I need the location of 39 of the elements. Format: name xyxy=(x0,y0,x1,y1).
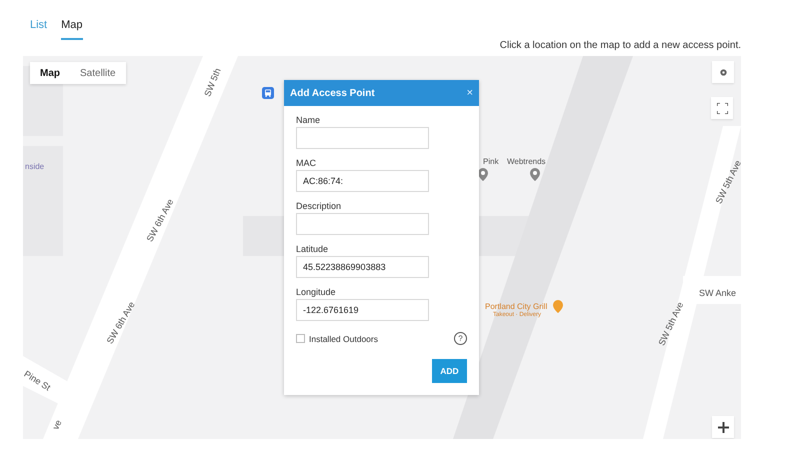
help-icon[interactable]: ? xyxy=(454,332,467,345)
dialog-title: Add Access Point xyxy=(290,88,375,98)
tab[interactable]: Map xyxy=(61,19,83,40)
field-label: Description xyxy=(296,201,342,211)
input-field[interactable] xyxy=(296,213,429,235)
fullscreen-button[interactable] xyxy=(711,97,733,119)
field-label: MAC xyxy=(296,158,317,168)
zoom-in-button[interactable] xyxy=(712,416,734,438)
map-label: SW Anke xyxy=(699,288,736,298)
checkbox[interactable] xyxy=(296,334,305,343)
fullscreen-icon xyxy=(716,102,728,114)
input-field[interactable]: 45.52238869903883 xyxy=(296,256,429,278)
map-label: SW 5th Ave xyxy=(714,158,741,206)
gear-icon xyxy=(718,68,728,76)
input-field[interactable]: AC:86:74: xyxy=(296,170,429,192)
input-field[interactable] xyxy=(296,127,429,149)
settings-button[interactable] xyxy=(712,61,734,83)
map-label: SW 6th Ave xyxy=(104,300,137,346)
map-label: Webtrends xyxy=(507,157,546,166)
field-label: Latitude xyxy=(296,244,330,254)
map-label: Portland City Grill xyxy=(485,302,548,311)
map-label: nside xyxy=(25,162,44,171)
map-type-button[interactable]: Satellite xyxy=(70,62,126,84)
map-label: Pink xyxy=(483,157,499,166)
map-label: SW 6th Ave xyxy=(144,197,176,244)
map-label: SW 5th xyxy=(202,66,223,98)
checkbox-label: Installed Outdoors xyxy=(309,334,378,344)
bus-stop-icon xyxy=(262,87,274,99)
map-label: ve xyxy=(50,418,64,432)
field-label: Longitude xyxy=(296,287,337,297)
plus-icon xyxy=(718,422,728,432)
map-pin-icon xyxy=(530,168,540,181)
map-type-button[interactable]: Map xyxy=(30,62,70,84)
map-label: Pine St xyxy=(23,368,52,393)
map-label: SW 5th Ave xyxy=(656,300,686,348)
restaurant-pin-icon xyxy=(553,300,563,313)
input-field[interactable]: -122.6761619 xyxy=(296,299,429,321)
field-label: Name xyxy=(296,115,322,125)
map-hint-text: Click a location on the map to add a new access point. xyxy=(500,40,741,51)
